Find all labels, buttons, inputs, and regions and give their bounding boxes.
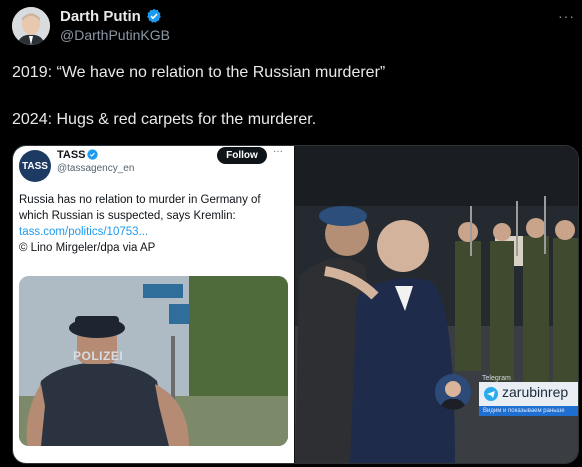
avatar-portrait	[12, 7, 50, 45]
verified-badge-icon	[147, 8, 161, 23]
channel-avatar-portrait	[435, 374, 471, 410]
police-officer-illustration	[19, 276, 288, 446]
telegram-icon	[484, 387, 498, 401]
quoted-author-name: TASS	[57, 149, 86, 161]
more-options-icon[interactable]: ···	[558, 8, 575, 24]
quoted-verified-badge-icon	[87, 149, 98, 160]
quoted-author-handle: @tassagency_en	[57, 163, 135, 174]
follow-button: Follow	[217, 147, 267, 164]
quoted-photo-credit: © Lino Mirgeler/dpa via AP	[19, 242, 156, 254]
telegram-channel-name: zarubinrep	[502, 384, 569, 400]
telegram-label: Telegram	[482, 375, 511, 382]
tweet-media[interactable]: TASS TASS @tassagency_en Follow ··· Russ…	[12, 145, 579, 464]
video-frame[interactable]: Telegram zarubinrep Видим и показываем р…	[295, 146, 578, 463]
paper-plane-icon	[487, 391, 495, 398]
telegram-channel-subtitle: Видим и показываем раньше	[479, 406, 578, 416]
tweet-text-line-2: 2024: Hugs & red carpets for the murdere…	[12, 111, 317, 128]
tweet-text-line-1: 2019: “We have no relation to the Russia…	[12, 64, 386, 81]
polizei-label: POLIZEI	[73, 349, 124, 363]
quoted-text-line-1: Russia has no relation to murder in Germ…	[19, 194, 261, 206]
author-name[interactable]: Darth Putin	[60, 8, 141, 25]
police-officer-photo: POLIZEI	[19, 276, 288, 446]
author-avatar[interactable]	[12, 7, 50, 45]
author-handle[interactable]: @DarthPutinKGB	[60, 27, 170, 43]
quoted-tweet-screenshot[interactable]: TASS TASS @tassagency_en Follow ··· Russ…	[13, 146, 294, 463]
telegram-channel-avatar	[435, 374, 471, 410]
tass-logo: TASS	[19, 150, 51, 182]
quoted-more-icon: ···	[273, 146, 283, 157]
quoted-link: tass.com/politics/10753...	[19, 226, 149, 238]
quoted-text-line-2: which Russian is suspected, says Kremlin…	[19, 210, 236, 222]
